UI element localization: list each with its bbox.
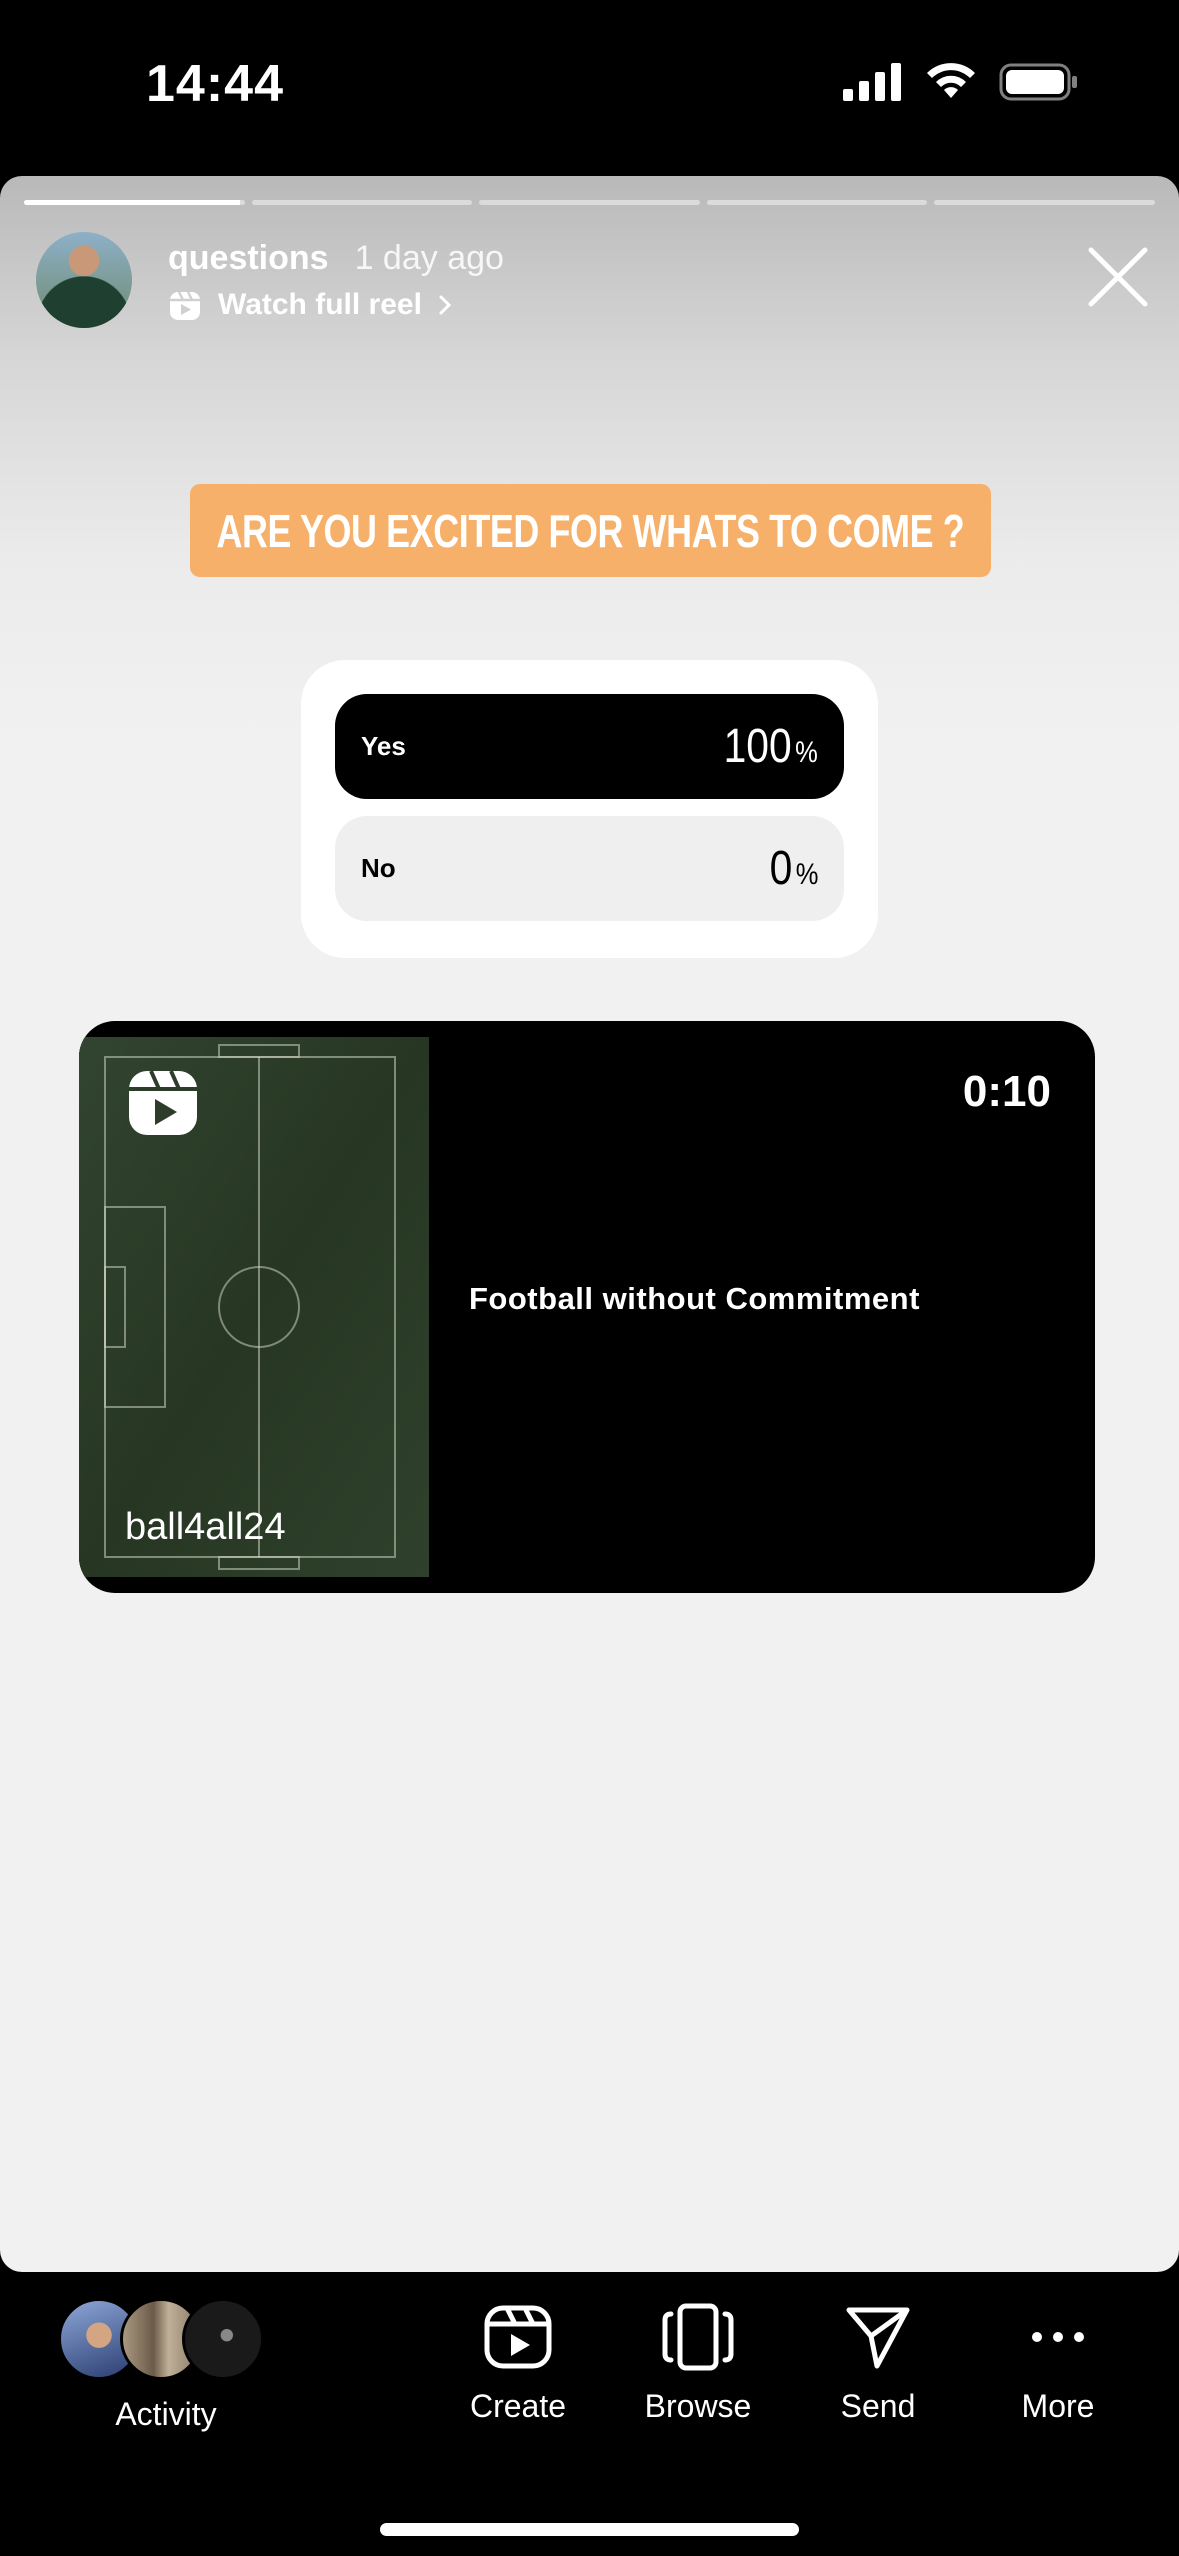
- reels-icon: [170, 290, 200, 320]
- progress-segment: [706, 200, 928, 205]
- more-icon: [1032, 2332, 1084, 2342]
- reel-username: ball4all24: [125, 1506, 286, 1548]
- reel-caption: Football without Commitment: [469, 1281, 920, 1316]
- viewer-avatars: [56, 2298, 276, 2382]
- cellular-signal-icon: [843, 63, 901, 101]
- story-header: questions 1 day ago Watch full reel: [36, 232, 504, 328]
- story-time-ago: 1 day ago: [354, 238, 504, 277]
- profile-avatar[interactable]: [36, 232, 132, 328]
- activity-button[interactable]: Activity: [56, 2298, 276, 2433]
- send-label: Send: [840, 2388, 916, 2424]
- chevron-right-icon: [439, 295, 452, 314]
- reel-preview-card[interactable]: 0:10 Football without Commitment ball4al…: [79, 1021, 1095, 1593]
- home-indicator: [380, 2523, 799, 2536]
- poll-option-no[interactable]: No 0%: [335, 816, 844, 921]
- create-button[interactable]: Create: [438, 2302, 598, 2425]
- poll-option-label: No: [361, 853, 396, 883]
- watch-full-reel-label: Watch full reel: [218, 287, 422, 321]
- progress-segment: [251, 200, 473, 205]
- progress-segment: [934, 200, 1155, 205]
- status-icons: [843, 62, 1079, 102]
- more-button[interactable]: More: [978, 2302, 1138, 2425]
- browse-label: Browse: [644, 2388, 752, 2424]
- browse-icon: [662, 2303, 734, 2371]
- status-bar: 14:44: [0, 0, 1179, 175]
- story-viewer[interactable]: questions 1 day ago Watch full reel ARE …: [0, 176, 1179, 2272]
- reel-duration: 0:10: [962, 1067, 1051, 1116]
- activity-label: Activity: [115, 2396, 217, 2432]
- poll-option-percent: 0%: [769, 842, 818, 895]
- poll-option-label: Yes: [361, 731, 406, 761]
- poll-option-yes[interactable]: Yes 100%: [335, 694, 844, 799]
- poll-option-percent: 100%: [723, 720, 818, 773]
- reels-icon: [484, 2305, 552, 2369]
- progress-segment: [24, 200, 245, 205]
- avatar: [182, 2298, 264, 2380]
- story-username[interactable]: questions: [168, 239, 329, 278]
- wifi-icon: [927, 63, 975, 98]
- battery-icon: [999, 63, 1077, 101]
- send-icon: [846, 2307, 910, 2369]
- status-time: 14:44: [146, 55, 284, 113]
- send-button[interactable]: Send: [798, 2302, 958, 2425]
- close-icon[interactable]: [1085, 244, 1151, 310]
- story-progress: [24, 200, 1155, 205]
- reels-icon: [129, 1070, 197, 1135]
- create-label: Create: [469, 2388, 567, 2424]
- watch-full-reel-link[interactable]: Watch full reel: [168, 288, 504, 322]
- progress-segment: [479, 200, 700, 205]
- browse-button[interactable]: Browse: [618, 2302, 778, 2425]
- poll-sticker: Yes 100% No 0%: [301, 660, 878, 958]
- question-sticker: ARE YOU EXCITED FOR WHATS TO COME ?: [190, 484, 991, 577]
- question-text: ARE YOU EXCITED FOR WHATS TO COME ?: [216, 504, 965, 557]
- bottom-bar: Activity Create Browse Send More: [0, 2272, 1179, 2556]
- more-label: More: [1021, 2388, 1095, 2424]
